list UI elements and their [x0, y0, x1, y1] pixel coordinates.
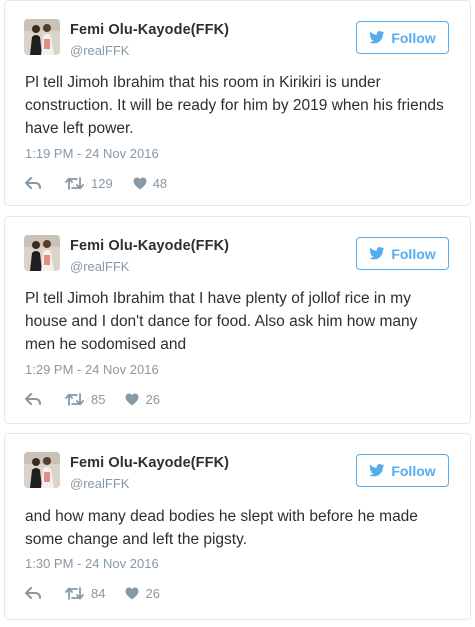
tweet-card: Femi Olu-Kayode(FFK) @realFFK Follow Pl … [4, 0, 471, 206]
twitter-bird-icon [369, 31, 385, 44]
tweet-timestamp[interactable]: 1:30 PM - 24 Nov 2016 [25, 556, 159, 571]
avatar[interactable] [24, 452, 60, 488]
user-handle[interactable]: @realFFK [70, 259, 129, 274]
avatar[interactable] [24, 235, 60, 271]
retweet-count: 129 [91, 175, 113, 191]
user-handle[interactable]: @realFFK [70, 476, 129, 491]
retweet-button[interactable]: 85 [65, 392, 105, 407]
tweet-timestamp[interactable]: 1:19 PM - 24 Nov 2016 [25, 146, 159, 161]
avatar[interactable] [24, 19, 60, 55]
follow-button[interactable]: Follow [356, 237, 449, 270]
retweet-count: 85 [91, 391, 106, 407]
like-count: 48 [152, 175, 168, 191]
like-button[interactable]: 48 [133, 176, 167, 191]
retweet-icon [65, 176, 84, 190]
tweet-actions: 129 48 [25, 174, 167, 192]
tweet-text: Pl tell Jimoh Ibrahim that I have plenty… [25, 290, 418, 353]
follow-label: Follow [391, 462, 436, 479]
reply-icon[interactable] [25, 177, 43, 189]
twitter-bird-icon [369, 247, 385, 260]
tweet-actions: 85 26 [25, 390, 160, 408]
tweet-card: Femi Olu-Kayode(FFK) @realFFK Follow Pl … [4, 216, 471, 424]
retweet-icon [65, 392, 84, 406]
reply-icon[interactable] [25, 587, 43, 599]
heart-icon [125, 587, 139, 599]
follow-label: Follow [391, 245, 436, 262]
tweet-timestamp[interactable]: 1:29 PM - 24 Nov 2016 [25, 362, 159, 377]
retweet-button[interactable]: 129 [65, 176, 113, 191]
display-name[interactable]: Femi Olu-Kayode(FFK) [70, 22, 229, 38]
heart-icon [125, 393, 139, 405]
tweet-actions: 84 26 [25, 584, 160, 602]
follow-label: Follow [391, 29, 436, 46]
follow-button[interactable]: Follow [356, 454, 449, 487]
retweet-icon [65, 586, 84, 600]
like-count: 26 [145, 391, 160, 407]
like-button[interactable]: 26 [125, 585, 160, 601]
heart-icon [133, 177, 147, 189]
tweet-text: and how many dead bodies he slept with b… [25, 508, 418, 548]
display-name[interactable]: Femi Olu-Kayode(FFK) [70, 238, 229, 254]
tweet-card: Femi Olu-Kayode(FFK) @realFFK Follow and… [4, 433, 471, 620]
retweet-button[interactable]: 84 [65, 586, 105, 601]
reply-icon[interactable] [25, 393, 43, 405]
tweet-text: Pl tell Jimoh Ibrahim that his room in K… [25, 74, 444, 137]
like-count: 26 [145, 585, 160, 601]
display-name[interactable]: Femi Olu-Kayode(FFK) [70, 455, 229, 471]
retweet-count: 84 [91, 585, 106, 601]
twitter-bird-icon [369, 464, 385, 477]
like-button[interactable]: 26 [125, 391, 160, 407]
follow-button[interactable]: Follow [356, 21, 449, 54]
user-handle[interactable]: @realFFK [70, 43, 129, 58]
